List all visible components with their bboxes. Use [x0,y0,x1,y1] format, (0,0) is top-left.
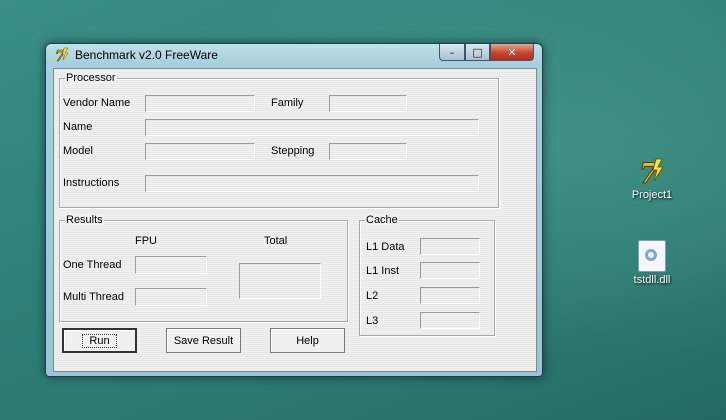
window-title: Benchmark v2.0 FreeWare [75,48,218,62]
benchmark-window: 7 Benchmark v2.0 FreeWare – □ ✕ Processo… [45,43,543,377]
l1-inst-field[interactable] [420,262,480,279]
processor-group-title: Processor [65,72,117,84]
l1-inst-label: L1 Inst [366,265,400,277]
total-column-label: Total [264,235,288,247]
multi-thread-fpu-field[interactable] [135,288,207,306]
l2-field[interactable] [420,287,480,304]
name-field[interactable] [145,119,479,136]
delphi-7-icon: 7 [636,155,668,191]
desktop-icon-tstdll[interactable]: tstdll.dll [617,240,687,286]
results-group: Results FPU Total One Thread Multi Threa… [59,214,348,322]
vendor-name-field[interactable] [145,95,255,112]
maximize-button[interactable]: □ [465,44,490,61]
one-thread-fpu-field[interactable] [135,256,207,274]
help-button-label: Help [296,334,319,347]
fpu-column-label: FPU [135,235,157,247]
l1-data-field[interactable] [420,238,480,255]
stepping-label: Stepping [271,145,315,157]
stepping-field[interactable] [329,143,407,160]
cache-group-title: Cache [365,214,399,226]
total-field[interactable] [239,263,321,299]
minimize-button[interactable]: – [439,44,465,61]
l3-label: L3 [366,315,379,327]
caption-buttons: – □ ✕ [439,44,534,62]
desktop-icon-project1[interactable]: 7 Project1 [617,155,687,202]
client-area: Processor Vendor Name Family Name Model … [53,68,537,372]
close-button[interactable]: ✕ [490,44,534,61]
results-group-title: Results [65,214,104,226]
dll-file-icon [638,240,666,272]
l1-data-label: L1 Data [366,241,405,253]
maximize-icon: □ [472,45,483,59]
family-field[interactable] [329,95,407,112]
save-result-button[interactable]: Save Result [166,328,241,353]
l2-label: L2 [366,290,379,302]
minimize-icon: – [449,45,455,59]
cache-group: Cache L1 Data L1 Inst L2 L3 [359,214,495,336]
name-label: Name [63,121,93,133]
model-field[interactable] [145,143,255,160]
family-label: Family [271,97,304,109]
run-button[interactable]: Run [62,328,137,353]
l3-field[interactable] [420,312,480,329]
model-label: Model [63,145,93,157]
multi-thread-label: Multi Thread [63,291,124,303]
close-icon: ✕ [507,45,517,59]
instructions-label: Instructions [63,177,120,189]
help-button[interactable]: Help [270,328,345,353]
vendor-name-label: Vendor Name [63,97,131,109]
desktop-icon-label: Project1 [631,189,673,201]
desktop-icon-label: tstdll.dll [633,274,671,286]
processor-group: Processor Vendor Name Family Name Model … [59,72,499,208]
run-button-label: Run [82,333,117,348]
one-thread-label: One Thread [63,259,122,271]
save-result-button-label: Save Result [173,334,234,347]
instructions-field[interactable] [145,175,479,192]
title-bar[interactable]: 7 Benchmark v2.0 FreeWare – □ ✕ [46,44,540,66]
delphi-7-icon: 7 [54,47,70,65]
